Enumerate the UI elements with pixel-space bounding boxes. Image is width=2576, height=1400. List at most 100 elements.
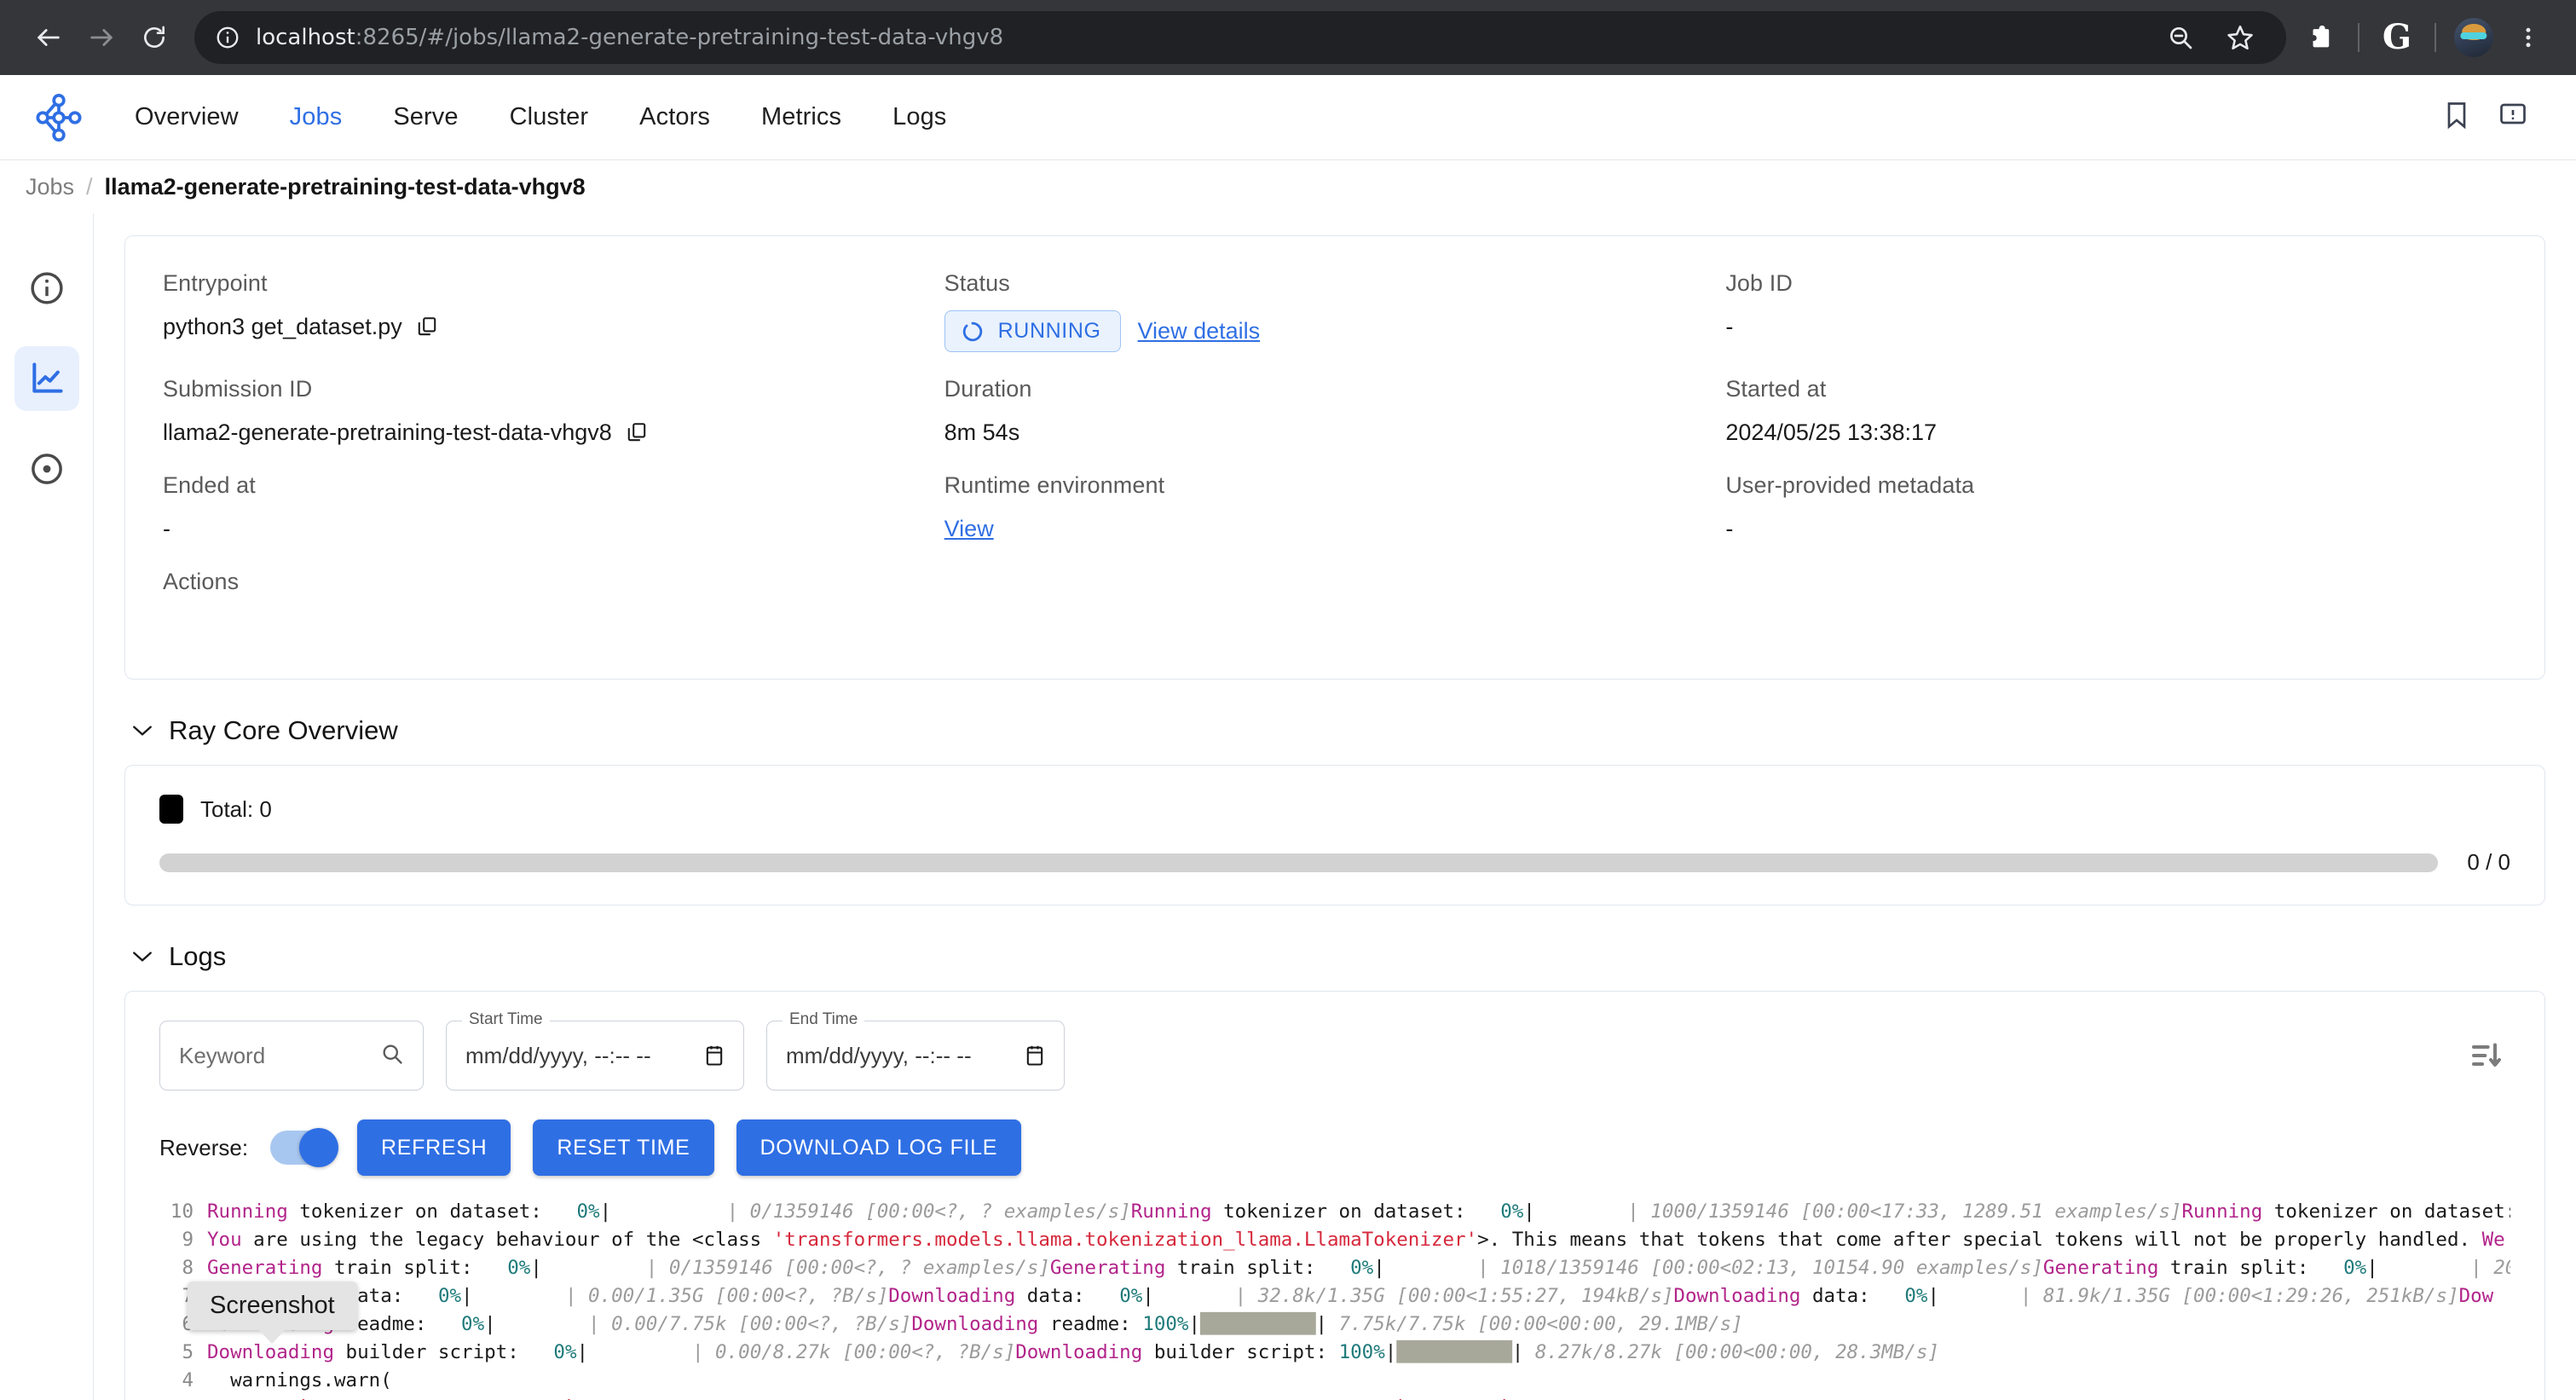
log-token-plain: builder script: bbox=[334, 1341, 554, 1363]
log-token-pct: 0% bbox=[507, 1257, 531, 1279]
duration-label: Duration bbox=[944, 376, 1032, 402]
log-token-plain: | bbox=[2366, 1257, 2471, 1279]
reload-icon[interactable] bbox=[128, 11, 181, 64]
nav-item-actors[interactable]: Actors bbox=[614, 103, 736, 131]
runtime-env-view-link[interactable]: View bbox=[944, 516, 994, 542]
info-icon[interactable] bbox=[14, 256, 79, 321]
ray-core-progress-row: 0 / 0 bbox=[159, 849, 2510, 876]
breadcrumb-jobs[interactable]: Jobs bbox=[26, 174, 74, 200]
logs-title: Logs bbox=[169, 941, 227, 971]
logs-filter-row: Start Time mm/dd/yyyy, --:-- -- End Time… bbox=[159, 1010, 2510, 1090]
log-line-number: 5 bbox=[182, 1341, 193, 1363]
log-token-pct: 0% bbox=[2343, 1257, 2367, 1279]
bookmark-outline-icon[interactable] bbox=[2441, 100, 2472, 135]
log-token-dim: | 1018/1359146 [00:00<02:13, 10154.90 ex… bbox=[1477, 1257, 2043, 1279]
log-token-plain: | bbox=[1142, 1285, 1235, 1307]
entrypoint-label: Entrypoint bbox=[163, 270, 268, 296]
nav-item-metrics[interactable]: Metrics bbox=[736, 103, 867, 131]
log-token-dim: 8.27k/8.27k [00:00<00:00, 28.3MB/s] bbox=[1534, 1341, 1939, 1363]
log-token-plain: | bbox=[1373, 1257, 1478, 1279]
zoom-out-icon[interactable] bbox=[2155, 12, 2206, 63]
download-log-file-button[interactable]: DOWNLOAD LOG FILE bbox=[736, 1119, 1022, 1176]
log-token-dim: 7.75k/7.75k [00:00<00:00, 29.1MB/s] bbox=[1338, 1313, 1743, 1335]
puzzle-piece-icon[interactable] bbox=[2295, 12, 2346, 63]
end-time-field[interactable]: End Time mm/dd/yyyy, --:-- -- bbox=[766, 1010, 1065, 1090]
nav-item-serve[interactable]: Serve bbox=[367, 103, 483, 131]
google-icon[interactable]: G bbox=[2371, 12, 2423, 63]
view-details-link[interactable]: View details bbox=[1138, 318, 1261, 344]
ray-core-legend: Total: 0 bbox=[159, 795, 2510, 824]
avatar[interactable] bbox=[2448, 12, 2499, 63]
field-runtime-env: Runtime environment View bbox=[944, 472, 1726, 569]
back-arrow-icon[interactable] bbox=[22, 11, 75, 64]
log-token-kw: Downloading bbox=[911, 1313, 1039, 1335]
log-token-dim: | 0.00/1.35G [00:00<?, ?B/s] bbox=[564, 1285, 889, 1307]
chevron-down-icon[interactable] bbox=[131, 950, 153, 963]
breadcrumb-separator: / bbox=[86, 173, 93, 200]
ended-at-label: Ended at bbox=[163, 472, 256, 498]
left-rail bbox=[0, 213, 94, 1400]
reset-time-button[interactable]: RESET TIME bbox=[533, 1119, 714, 1176]
start-time-field[interactable]: Start Time mm/dd/yyyy, --:-- -- bbox=[446, 1010, 744, 1090]
keyword-input[interactable] bbox=[179, 1042, 372, 1069]
log-line: 7Downloading data: 0%| | 0.00/1.35G [00:… bbox=[159, 1282, 2510, 1310]
calendar-icon[interactable] bbox=[1025, 1044, 1045, 1067]
log-token-plain: | bbox=[1188, 1313, 1201, 1335]
log-token-kw: Downloading bbox=[1015, 1341, 1143, 1363]
job-detail-grid: Entrypoint python3 get_dataset.py Status bbox=[163, 270, 2507, 633]
log-line: 8 Generating train split: 0%| | 0/1359146… bbox=[159, 1254, 2510, 1282]
ray-core-title: Ray Core Overview bbox=[169, 715, 398, 745]
progress-bar bbox=[159, 853, 2439, 872]
browser-actions: G bbox=[2295, 12, 2554, 63]
log-token-plain: train split: bbox=[2158, 1257, 2344, 1279]
reverse-toggle[interactable] bbox=[270, 1128, 339, 1167]
forward-arrow-icon[interactable] bbox=[75, 11, 128, 64]
log-token-kw: You bbox=[207, 1229, 242, 1251]
entrypoint-value-row: python3 get_dataset.py bbox=[163, 310, 944, 343]
log-output[interactable]: 10 Running tokenizer on dataset: 0%| | 0/… bbox=[159, 1198, 2510, 1400]
started-at-value: 2024/05/25 13:38:17 bbox=[1725, 419, 1938, 445]
log-token-plain: tokenizer on dataset: bbox=[2273, 1200, 2510, 1223]
status-badge[interactable]: RUNNING bbox=[944, 310, 1121, 352]
url-host: localhost bbox=[256, 25, 355, 50]
search-input[interactable] bbox=[159, 1021, 424, 1090]
logs-card: Start Time mm/dd/yyyy, --:-- -- End Time… bbox=[124, 991, 2545, 1400]
copy-icon[interactable] bbox=[626, 420, 648, 444]
log-token-kw: Downloading bbox=[207, 1341, 335, 1363]
log-token-plain: | bbox=[1511, 1341, 1535, 1363]
log-line-number: 9 bbox=[182, 1229, 193, 1251]
log-token-dim: | 0.00/8.27k [00:00<?, ?B/s] bbox=[691, 1341, 1016, 1363]
ray-logo-icon[interactable] bbox=[34, 93, 84, 142]
sort-descending-icon[interactable] bbox=[2463, 1032, 2510, 1079]
nav-item-jobs[interactable]: Jobs bbox=[264, 103, 368, 131]
started-at-label: Started at bbox=[1725, 376, 1827, 402]
legend-total-label: Total: 0 bbox=[200, 795, 272, 822]
chevron-down-icon[interactable] bbox=[131, 724, 153, 738]
three-dot-menu-icon[interactable] bbox=[2503, 12, 2554, 63]
log-token-kw: Running bbox=[2181, 1200, 2263, 1223]
log-line-number: 8 bbox=[182, 1257, 193, 1279]
nav-item-cluster[interactable]: Cluster bbox=[484, 103, 615, 131]
copy-icon[interactable] bbox=[416, 315, 438, 338]
log-token-plain: | bbox=[1523, 1200, 1628, 1223]
timeline-chart-icon[interactable] bbox=[14, 346, 79, 411]
log-token-bar: ██████████ bbox=[1200, 1313, 1316, 1335]
target-icon[interactable] bbox=[14, 437, 79, 501]
nav-item-logs[interactable]: Logs bbox=[867, 103, 972, 131]
log-token-plain: | bbox=[599, 1200, 727, 1223]
address-bar[interactable]: localhost:8265/#/jobs/llama2-generate-pr… bbox=[194, 11, 2286, 64]
refresh-button[interactable]: REFRESH bbox=[357, 1119, 511, 1176]
log-token-kw: Generating bbox=[1049, 1257, 1166, 1279]
nav-item-overview[interactable]: Overview bbox=[109, 103, 264, 131]
field-ended-at: Ended at - bbox=[163, 472, 944, 569]
star-icon[interactable] bbox=[2215, 12, 2266, 63]
ray-core-section-header[interactable]: Ray Core Overview bbox=[131, 715, 2576, 746]
search-icon[interactable] bbox=[380, 1042, 404, 1070]
site-info-icon[interactable] bbox=[215, 25, 240, 50]
feedback-icon[interactable] bbox=[2498, 100, 2528, 135]
log-line: 3Passing `trust_remote_code=True` will b… bbox=[159, 1395, 2510, 1400]
log-token-plain: train split: bbox=[322, 1257, 508, 1279]
log-token-plain: | bbox=[1927, 1285, 2020, 1307]
calendar-icon[interactable] bbox=[704, 1044, 725, 1067]
logs-section-header[interactable]: Logs bbox=[131, 941, 2576, 972]
